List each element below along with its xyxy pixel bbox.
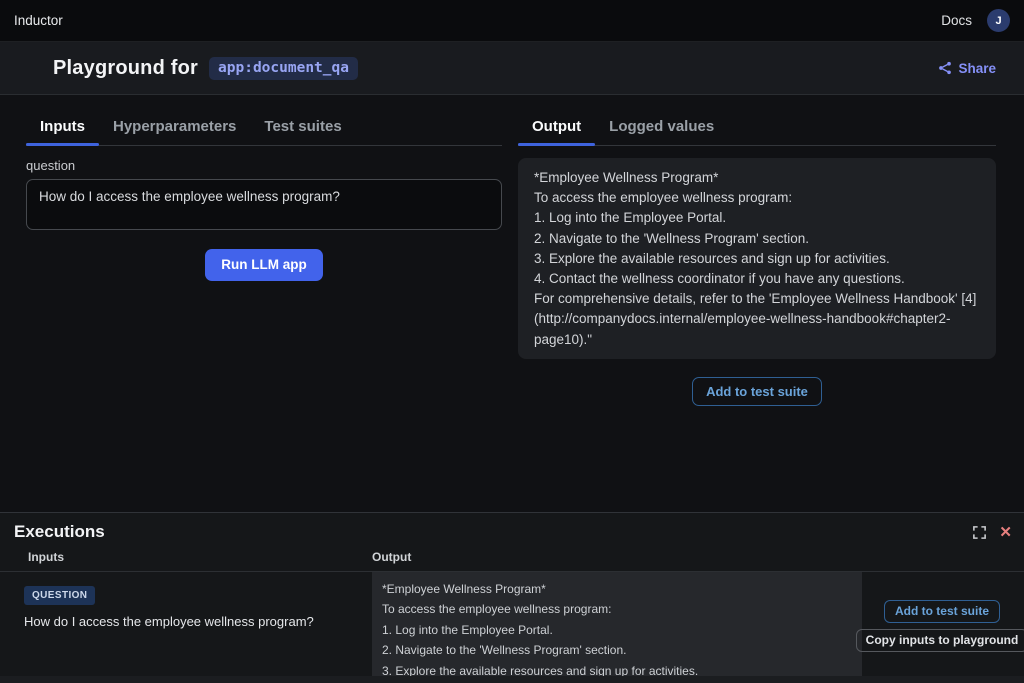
execution-output-line: To access the employee wellness program: [382, 602, 612, 617]
docs-link[interactable]: Docs [941, 13, 972, 28]
close-panel-button[interactable]: ✕ [999, 525, 1012, 540]
output-line: 1. Log into the Employee Portal. [534, 210, 727, 226]
share-icon [938, 61, 952, 75]
executions-column-headers: Inputs Output [0, 542, 1024, 572]
execution-output-cell: *Employee Wellness Program* To access th… [372, 572, 862, 679]
fullscreen-icon [972, 525, 987, 540]
user-avatar[interactable]: J [987, 9, 1010, 32]
playground-body: Inputs Hyperparameters Test suites quest… [0, 95, 1024, 406]
executions-inputs-header: Inputs [28, 550, 64, 564]
tab-inputs[interactable]: Inputs [26, 109, 99, 146]
execution-row: QUESTION How do I access the employee we… [0, 572, 1024, 679]
top-nav-right: Docs J [941, 9, 1010, 32]
expand-panel-button[interactable] [972, 525, 987, 540]
execution-output-line: 2. Navigate to the 'Wellness Program' se… [382, 643, 627, 658]
tab-test-suites[interactable]: Test suites [250, 109, 355, 145]
inputs-column: Inputs Hyperparameters Test suites quest… [26, 109, 502, 406]
page-title: Playground for [53, 56, 199, 79]
question-badge: QUESTION [24, 586, 96, 605]
run-button-row: Run LLM app [26, 249, 502, 281]
output-line: To access the employee wellness program: [534, 190, 793, 206]
output-column: Output Logged values *Employee Wellness … [518, 109, 996, 406]
llm-output-panel: *Employee Wellness Program* To access th… [518, 158, 996, 359]
output-line: (http://companydocs.internal/employee-we… [534, 311, 951, 347]
execution-question-text: How do I access the employee wellness pr… [24, 614, 314, 629]
copy-inputs-to-playground-button[interactable]: Copy inputs to playground [855, 629, 1024, 652]
execution-output-line: 1. Log into the Employee Portal. [382, 622, 553, 637]
output-tab-bar: Output Logged values [518, 109, 996, 146]
output-line: 2. Navigate to the 'Wellness Program' se… [534, 230, 810, 246]
add-to-test-suite-row: Add to test suite [518, 376, 996, 406]
output-line: *Employee Wellness Program* [534, 170, 719, 185]
add-to-test-suite-button[interactable]: Add to test suite [692, 376, 822, 406]
app-name-badge: app:document_qa [209, 56, 358, 80]
executions-next-row-edge [0, 676, 1024, 683]
tab-logged-values[interactable]: Logged values [595, 109, 728, 145]
share-label: Share [958, 60, 996, 76]
inputs-tab-bar: Inputs Hyperparameters Test suites [26, 109, 502, 146]
execution-actions: Add to test suite Copy inputs to playgro… [855, 600, 1024, 652]
executions-header-actions: ✕ [972, 525, 1012, 540]
tab-hyperparameters[interactable]: Hyperparameters [99, 109, 250, 145]
close-icon: ✕ [999, 523, 1012, 541]
brand-logo[interactable]: Inductor [14, 13, 63, 28]
execution-add-to-test-suite-button[interactable]: Add to test suite [883, 600, 1000, 623]
executions-panel: Executions ✕ Inputs Output QUESTION How … [0, 512, 1024, 683]
run-llm-app-button[interactable]: Run LLM app [205, 249, 323, 281]
share-button[interactable]: Share [938, 61, 996, 76]
executions-header: Executions ✕ [0, 513, 1024, 542]
executions-title: Executions [14, 522, 105, 541]
executions-output-header: Output [372, 550, 412, 564]
output-line: 4. Contact the wellness coordinator if y… [534, 271, 905, 287]
question-input[interactable]: How do I access the employee wellness pr… [26, 179, 502, 230]
output-line: For comprehensive details, refer to the … [534, 291, 977, 307]
execution-output-line: *Employee Wellness Program* [382, 582, 546, 596]
top-nav-bar: Inductor Docs J [0, 0, 1024, 42]
tab-output[interactable]: Output [518, 109, 596, 146]
playground-header: Playground for app:document_qa Share [0, 42, 1024, 95]
execution-inputs-cell: QUESTION How do I access the employee we… [24, 585, 354, 629]
output-line: 3. Explore the available resources and s… [534, 250, 890, 266]
question-label: question [26, 158, 76, 173]
